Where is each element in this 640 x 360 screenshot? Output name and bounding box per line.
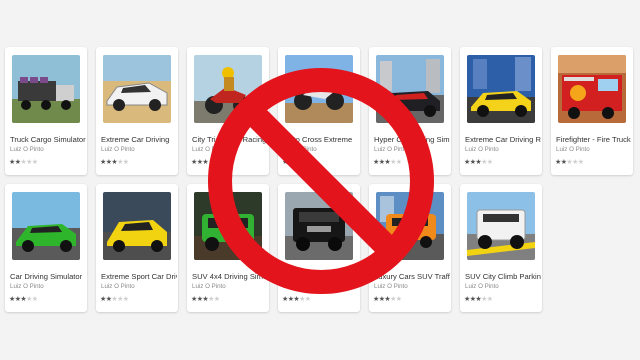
star-rating: ★★★★★ xyxy=(282,159,311,167)
app-title[interactable]: Firefighter - Fire Truck xyxy=(556,135,632,145)
app-developer[interactable]: Luiz O Pinto xyxy=(283,283,359,291)
star-rating: ★★★★★ xyxy=(282,296,311,304)
star-icon: ★ xyxy=(304,159,311,166)
app-card[interactable]: Extreme Car Driving RacingLuiz O Pinto ★★… xyxy=(460,47,542,175)
app-title[interactable]: SUV 4x4 Driving Simulator xyxy=(192,272,268,282)
motorcycle-rider-icon[interactable] xyxy=(194,55,262,123)
star-icon: ★ xyxy=(395,296,402,303)
app-card[interactable]: Moto Cross Extreme Luiz O Pinto ★★★★★ xyxy=(278,47,360,175)
app-card[interactable]: Firefighter - Fire Truck Luiz O Pinto ★★★★… xyxy=(551,47,633,175)
app-developer[interactable]: Luiz O Pinto xyxy=(192,283,268,291)
app-title[interactable]: Car Driving Simulator xyxy=(10,272,86,282)
star-rating: ★★★★★ xyxy=(464,296,493,304)
app-card[interactable]: Hyper Car Driving SimulatorLuiz O Pinto ★… xyxy=(369,47,451,175)
app-developer[interactable]: Luiz O Pinto xyxy=(101,283,177,291)
star-icon: ★ xyxy=(304,296,311,303)
star-rating: ★★★★★ xyxy=(100,296,129,304)
star-rating: ★★★★★ xyxy=(9,296,38,304)
star-icon: ★ xyxy=(213,296,220,303)
star-rating: ★★★★★ xyxy=(191,296,220,304)
yellow-sportscar-icon[interactable] xyxy=(103,192,171,260)
motocross-icon[interactable] xyxy=(285,55,353,123)
star-icon: ★ xyxy=(486,296,493,303)
star-rating: ★★★★★ xyxy=(555,159,584,167)
star-rating: ★★★★★ xyxy=(373,159,402,167)
star-icon: ★ xyxy=(122,296,129,303)
hypercar-city-icon[interactable] xyxy=(376,55,444,123)
app-developer[interactable]: Luiz O Pinto xyxy=(374,283,450,291)
app-developer[interactable]: Luiz O Pinto xyxy=(556,146,632,154)
star-rating: ★★★★★ xyxy=(464,159,493,167)
app-grid: Truck Cargo Simulator Luiz O Pinto ★★★★★ Ex… xyxy=(0,0,640,360)
star-rating: ★★★★★ xyxy=(191,159,220,167)
app-developer[interactable]: Luiz O Pinto xyxy=(283,146,359,154)
star-rating: ★★★★★ xyxy=(373,296,402,304)
app-card[interactable]: Car Driving Simulator Luiz O Pinto ★★★★★ xyxy=(5,184,87,312)
app-card[interactable]: SUV 4x4 Driving SimulatorLuiz O Pinto ★★★… xyxy=(187,184,269,312)
app-title[interactable]: Truck Cargo Simulator xyxy=(10,135,86,145)
yellow-car-icon[interactable] xyxy=(467,55,535,123)
star-icon: ★ xyxy=(395,159,402,166)
app-card[interactable]: Truck Cargo Simulator Luiz O Pinto ★★★★★ xyxy=(5,47,87,175)
white-supercar-icon[interactable] xyxy=(103,55,171,123)
app-title[interactable]: Luxury Cars SUV Traffic xyxy=(374,272,450,282)
white-suv-icon[interactable] xyxy=(467,192,535,260)
app-developer[interactable]: Luiz O Pinto xyxy=(10,146,86,154)
app-title[interactable]: Extreme Car Driving xyxy=(101,135,177,145)
app-title[interactable]: Moto Cross Extreme xyxy=(283,135,359,145)
app-title[interactable]: Hyper Car Driving Simulator xyxy=(374,135,450,145)
truck-cargo-icon[interactable] xyxy=(12,55,80,123)
star-icon: ★ xyxy=(122,159,129,166)
fire-truck-icon[interactable] xyxy=(558,55,626,123)
star-rating: ★★★★★ xyxy=(100,159,129,167)
app-card[interactable]: Extreme Sport Car DrivingLuiz O Pinto ★★★… xyxy=(96,184,178,312)
app-card[interactable]: SUV City Climb Parking Luiz O Pinto ★★★★★ xyxy=(460,184,542,312)
star-rating: ★★★★★ xyxy=(9,159,38,167)
star-icon: ★ xyxy=(31,296,38,303)
app-card[interactable]: City Trial Moto Racing Luiz O Pinto ★★★★★ xyxy=(187,47,269,175)
app-card[interactable]: Luxury Cars SUV Traffic Luiz O Pinto ★★★★★ xyxy=(369,184,451,312)
black-suv-icon[interactable] xyxy=(285,192,353,260)
star-icon: ★ xyxy=(486,159,493,166)
green-sportscar-icon[interactable] xyxy=(12,192,80,260)
app-card[interactable]: Extreme Car Driving Luiz O Pinto ★★★★★ xyxy=(96,47,178,175)
star-icon: ★ xyxy=(213,159,220,166)
app-title[interactable]: Extreme Car Driving Racing xyxy=(465,135,541,145)
star-icon: ★ xyxy=(577,159,584,166)
app-card[interactable]: Luxury SUV Luiz O Pinto ★★★★★ xyxy=(278,184,360,312)
app-title[interactable]: City Trial Moto Racing xyxy=(192,135,268,145)
app-developer[interactable]: Luiz O Pinto xyxy=(374,146,450,154)
app-developer[interactable]: Luiz O Pinto xyxy=(465,283,541,291)
app-title[interactable]: SUV City Climb Parking xyxy=(465,272,541,282)
orange-suv-icon[interactable] xyxy=(376,192,444,260)
app-developer[interactable]: Luiz O Pinto xyxy=(192,146,268,154)
star-icon: ★ xyxy=(31,159,38,166)
app-developer[interactable]: Luiz O Pinto xyxy=(101,146,177,154)
app-title[interactable]: Extreme Sport Car Driving xyxy=(101,272,177,282)
green-suv-icon[interactable] xyxy=(194,192,262,260)
app-developer[interactable]: Luiz O Pinto xyxy=(10,283,86,291)
app-title[interactable]: Luxury SUV xyxy=(283,272,359,282)
app-developer[interactable]: Luiz O Pinto xyxy=(465,146,541,154)
